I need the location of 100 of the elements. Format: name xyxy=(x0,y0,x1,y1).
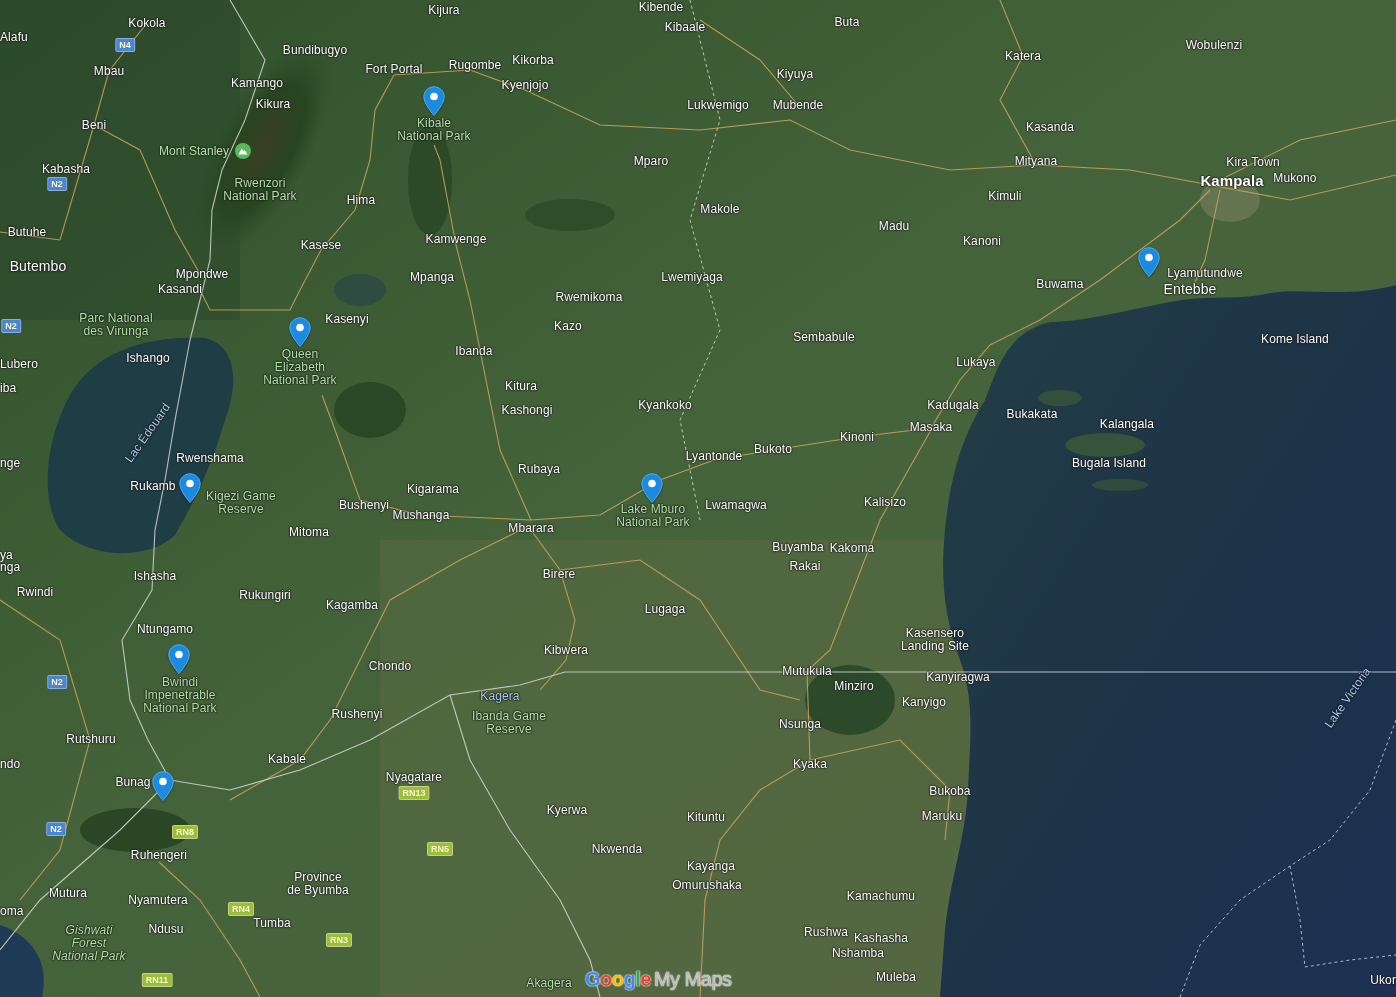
place-label: Kituntu xyxy=(686,810,726,824)
place-label: Bushenyi xyxy=(338,498,390,512)
peak-label: Mont Stanley xyxy=(159,144,229,158)
city-label: Kampala xyxy=(1200,173,1264,189)
park-label: Bwindi Impenetrable National Park xyxy=(143,675,217,715)
place-label: Mutura xyxy=(49,886,87,900)
place-label: Kakoma xyxy=(829,541,875,555)
place-label: ya xyxy=(0,548,13,562)
road-shield: RN5 xyxy=(427,842,453,856)
place-label: Nkwenda xyxy=(591,842,643,856)
park-label: Queen Elizabeth National Park xyxy=(263,347,337,387)
place-label: Kyaka xyxy=(793,757,827,771)
road-shield: RN11 xyxy=(141,973,173,987)
place-label: Ishango xyxy=(126,351,170,365)
map-pin-icon[interactable] xyxy=(168,644,190,674)
place-label: Kibwera xyxy=(543,643,589,657)
place-label: Ishasha xyxy=(133,569,177,583)
place-label: Lyamutundwe xyxy=(1167,266,1243,280)
road-shield: RN3 xyxy=(326,933,352,947)
water-label: Kagera xyxy=(480,689,520,703)
place-label: Buyamba xyxy=(772,540,824,554)
place-label: Mbau xyxy=(93,64,125,78)
place-label: Rubaya xyxy=(518,462,560,476)
place-label: Kokola xyxy=(128,16,166,30)
place-label: Rwenshama xyxy=(176,451,244,465)
place-label: Katera xyxy=(1005,49,1041,63)
place-label: Kabasha xyxy=(41,162,91,176)
park-label: Kibale National Park xyxy=(397,117,471,143)
map-pin-icon[interactable] xyxy=(423,86,445,116)
road-shield: N2 xyxy=(47,177,67,191)
place-label: Ruhengeri xyxy=(130,848,188,862)
map-logo: GoogleMy Maps xyxy=(585,968,732,991)
place-label: Bundibugyo xyxy=(282,43,348,57)
place-label: Kiyuya xyxy=(776,67,814,81)
place-label: Bunag xyxy=(115,775,151,789)
place-label: Buwama xyxy=(1036,277,1084,291)
place-label: Bukoto xyxy=(754,442,792,456)
place-label: Kamwenge xyxy=(425,232,487,246)
place-label: Mityana xyxy=(1014,154,1058,168)
place-label: Kibende xyxy=(638,0,684,14)
place-label: Kanyigo xyxy=(901,695,947,709)
place-label: Kasanda xyxy=(1025,120,1075,134)
park-label: Rwenzori National Park xyxy=(223,177,297,203)
place-label: ndo xyxy=(0,757,21,771)
mountain-icon xyxy=(235,143,251,159)
map-pin-icon[interactable] xyxy=(1138,247,1160,277)
place-label: Beni xyxy=(81,118,107,132)
place-label: Kibaale xyxy=(664,20,706,34)
park-label: Gishwati Forest National Park xyxy=(52,923,126,963)
place-label: Kitura xyxy=(505,379,537,393)
place-label: Madu xyxy=(878,219,910,233)
road-shield: RN4 xyxy=(228,902,254,916)
road-shield: RN13 xyxy=(398,786,430,800)
place-label: Lyantonde xyxy=(685,449,743,463)
place-label: Kanoni xyxy=(963,234,1001,248)
place-label: Fort Portal xyxy=(365,62,423,76)
place-label: Kagamba xyxy=(325,598,379,612)
place-label: Mitoma xyxy=(289,525,329,539)
island xyxy=(1038,390,1082,406)
place-label: Hima xyxy=(346,193,376,207)
place-label: Mubende xyxy=(772,98,824,112)
place-label: Mukono xyxy=(1273,171,1317,185)
place-label: Kinoni xyxy=(840,430,874,444)
place-label: Tumba xyxy=(253,916,291,930)
map-pin-icon[interactable] xyxy=(152,771,174,801)
place-label: Buta xyxy=(834,15,860,29)
place-label: Kamango xyxy=(230,76,284,90)
place-label: Rushenyi xyxy=(331,707,383,721)
place-label: Lwamagwa xyxy=(705,498,767,512)
place-label: Butembo xyxy=(9,258,67,274)
place-label: Rwindi xyxy=(16,585,54,599)
place-label: Butuhe xyxy=(7,225,47,239)
map-pin-icon[interactable] xyxy=(289,317,311,347)
place-label: Kasese xyxy=(300,238,342,252)
place-label: Nyagatare xyxy=(385,770,443,784)
place-label: Rwemikoma xyxy=(555,290,623,304)
place-label: Kadugala xyxy=(927,398,979,412)
place-label: Ntungamo xyxy=(136,622,194,636)
place-label: Kyerwa xyxy=(546,803,588,817)
place-label: Ukor xyxy=(1370,973,1396,987)
place-label: Kanyiragwa xyxy=(926,670,990,684)
place-label: Rugombe xyxy=(448,58,502,72)
place-label: Minziro xyxy=(834,679,874,693)
place-label: Omurushaka xyxy=(672,878,742,892)
place-label: nge xyxy=(0,456,21,470)
park-label: Ibanda Game Reserve xyxy=(472,710,546,736)
map-pin-icon[interactable] xyxy=(179,473,201,503)
place-label: Kome Island xyxy=(1261,332,1329,346)
place-label: Kigarama xyxy=(406,482,460,496)
map-pin-icon[interactable] xyxy=(641,473,663,503)
place-label: Nyamutera xyxy=(128,893,188,907)
park-label: Akagera xyxy=(526,976,572,990)
place-label: Lubero xyxy=(0,357,38,371)
park-label: Lake Mburo National Park xyxy=(616,503,690,529)
place-label: Mpanga xyxy=(410,270,454,284)
road-shield: N2 xyxy=(46,822,66,836)
place-label: Bukoba xyxy=(929,784,971,798)
place-label: Nsunga xyxy=(779,717,821,731)
place-label: Province de Byumba xyxy=(287,871,349,897)
place-label: Lukwemigo xyxy=(687,98,749,112)
